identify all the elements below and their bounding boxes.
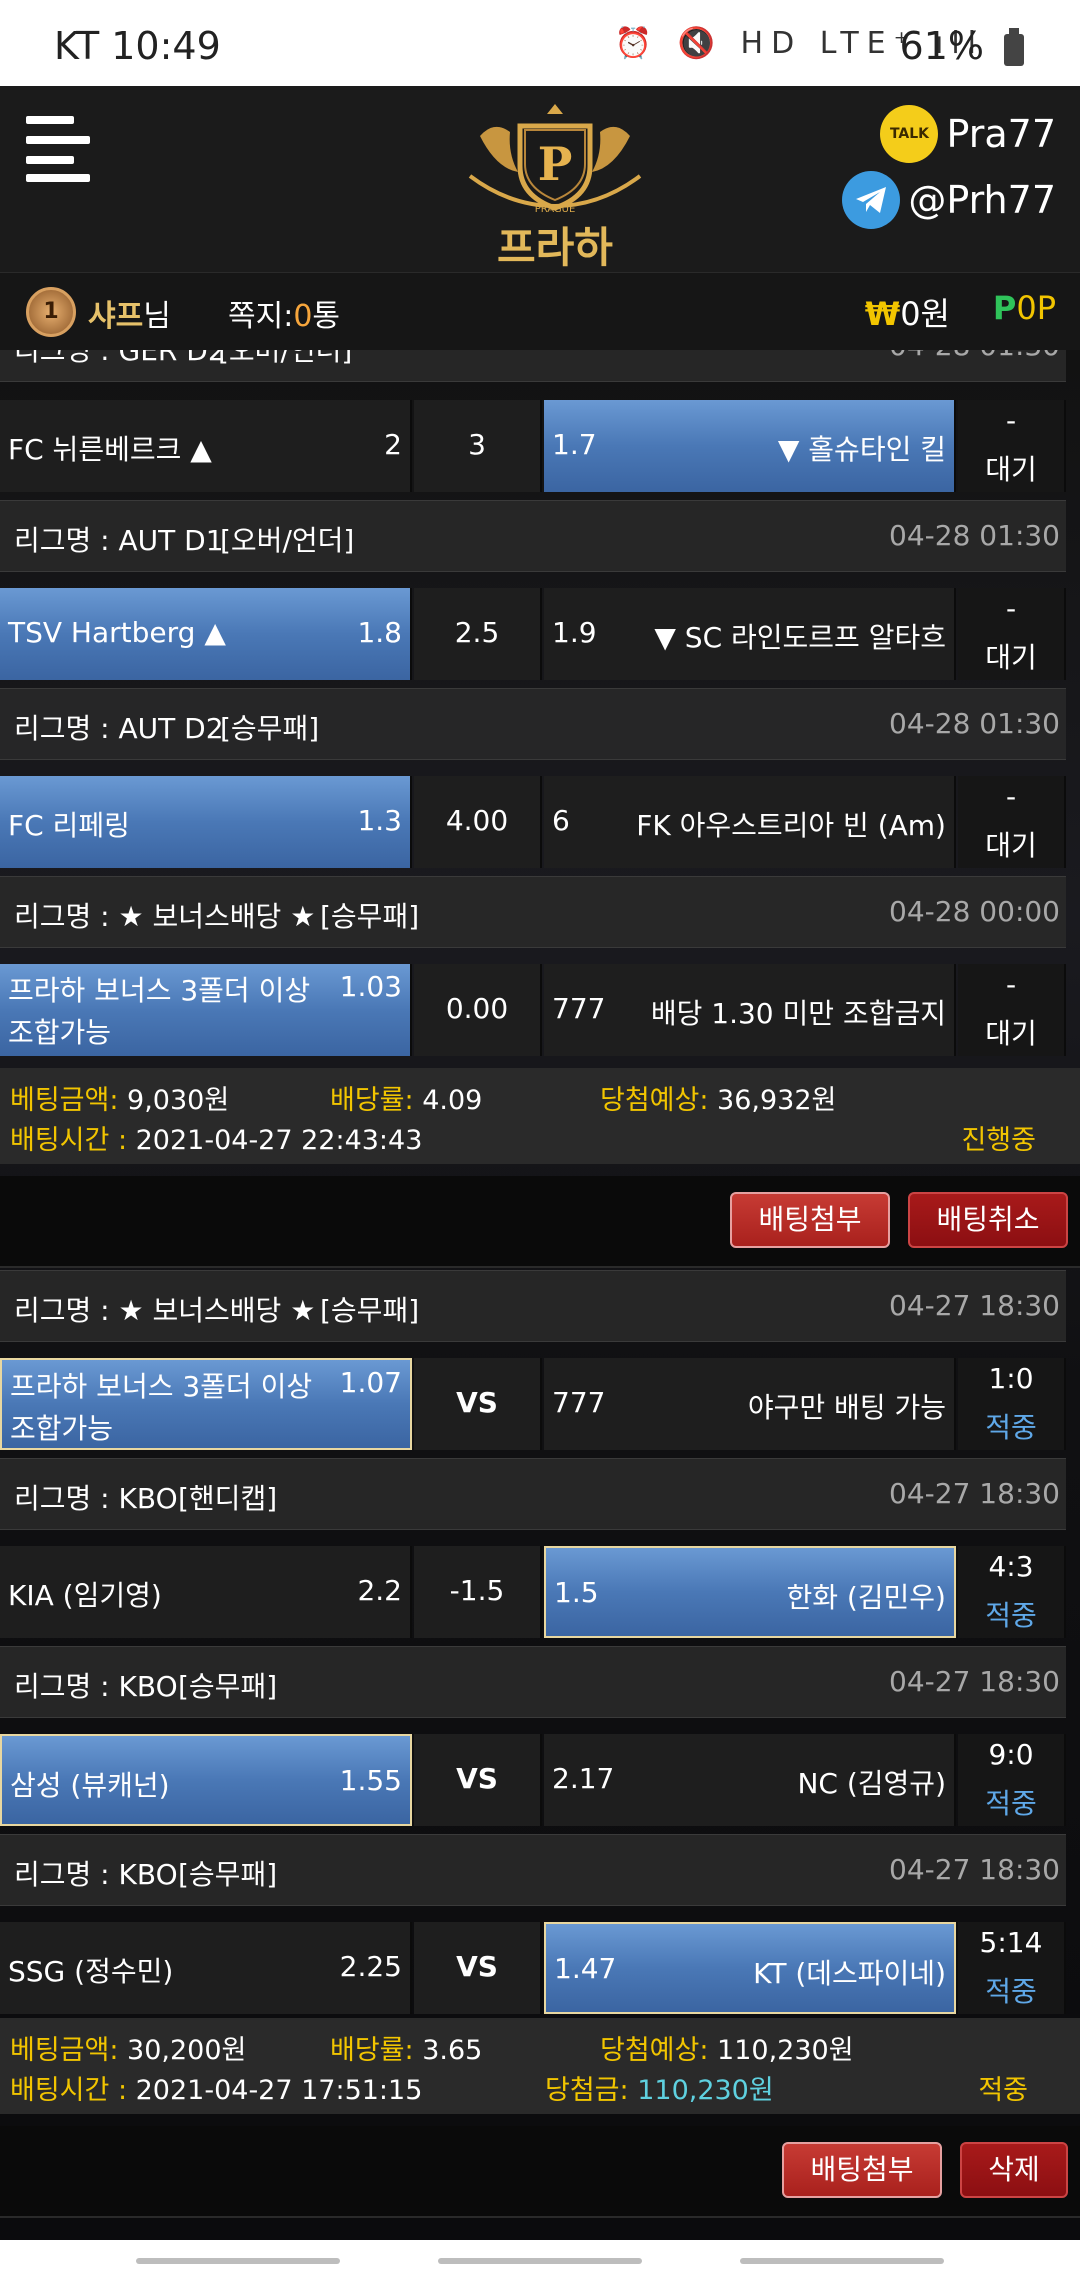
status-time: KT 10:49: [54, 24, 221, 68]
vs-label: VS: [414, 1358, 542, 1450]
bet-actions: 배팅첨부 배팅취소: [0, 1176, 1080, 1268]
vs-label: VS: [414, 1922, 542, 2014]
league-header: 리그명 : AUT D1 [오버/언더] 04-28 01:30: [0, 500, 1066, 572]
home-pick[interactable]: FC 뉘른베르크 ▲ 2: [0, 400, 412, 492]
kakao-contact[interactable]: TALK Pra77: [880, 104, 1056, 164]
attach-bet-button[interactable]: 배팅첨부: [782, 2142, 942, 2198]
home-pick[interactable]: TSV Hartberg ▲ 1.8: [0, 588, 412, 680]
away-pick[interactable]: 2.17 NC (김영규): [544, 1734, 956, 1826]
draw-line[interactable]: 3: [414, 400, 542, 492]
nav-home-handle[interactable]: [438, 2258, 642, 2264]
result-cell: 5:14 적중: [958, 1922, 1066, 2014]
bet-summary: 베팅금액: 9,030원 배당률: 4.09 당첨예상: 36,932원 배팅시…: [0, 1068, 1080, 1164]
bet-status: 적중: [978, 2075, 1028, 2106]
draw-pick[interactable]: 4.00: [414, 776, 542, 868]
user-bar: 1 샤프님 쪽지:0통 ₩0원 P0P: [0, 272, 1080, 350]
match-row: 프라하 보너스 3폴더 이상 조합가능 1.07 VS 777 야구만 배팅 가…: [0, 1358, 1066, 1450]
battery-icon: [1004, 28, 1024, 66]
handicap-line: -1.5: [414, 1546, 542, 1638]
match-row: SSG (정수민) 2.25 VS 1.47 KT (데스파이네) 5:14 적…: [0, 1922, 1066, 2014]
match-row: FC 리페링 1.3 4.00 6 FK 아우스트리아 빈 (Am) - 대기: [0, 776, 1066, 868]
telegram-id: @Prh77: [908, 178, 1056, 222]
logo-text: 프라하: [497, 223, 613, 272]
username[interactable]: 샤프님: [88, 291, 171, 335]
rank-badge-icon: 1: [26, 287, 76, 337]
bet-summary: 베팅금액: 30,200원 배당률: 3.65 당첨예상: 110,230원 배…: [0, 2018, 1080, 2114]
nav-back-handle[interactable]: [740, 2258, 944, 2264]
kakao-id: Pra77: [946, 112, 1056, 156]
result-cell: - 대기: [958, 400, 1066, 492]
delete-bet-button[interactable]: 삭제: [960, 2142, 1068, 2198]
match-row: 삼성 (뷰캐넌) 1.55 VS 2.17 NC (김영규) 9:0 적중: [0, 1734, 1066, 1826]
balance[interactable]: ₩0원: [865, 289, 950, 335]
away-pick[interactable]: 1.5 한화 (김민우): [544, 1546, 956, 1638]
away-pick[interactable]: 6 FK 아우스트리아 빈 (Am): [544, 776, 956, 868]
away-pick[interactable]: 1.7 ▼ 홀슈타인 킬: [544, 400, 956, 492]
bet-actions: 배팅첨부 삭제: [0, 2126, 1080, 2218]
away-pick[interactable]: 1.9 ▼ SC 라인도르프 알타흐: [544, 588, 956, 680]
won-icon: ₩: [864, 295, 901, 333]
result-cell: 1:0 적중: [958, 1358, 1066, 1450]
away-pick[interactable]: 777 야구만 배팅 가능: [544, 1358, 956, 1450]
league-header: 리그명 : ★ 보너스배당 ★ [승무패] 04-27 18:30: [0, 1270, 1066, 1342]
away-pick[interactable]: 777 배당 1.30 미만 조합금지: [544, 964, 956, 1056]
bet-status: 진행중: [961, 1125, 1036, 1156]
result-cell: - 대기: [958, 964, 1066, 1056]
match-row: FC 뉘른베르크 ▲ 2 3 1.7 ▼ 홀슈타인 킬 - 대기: [0, 400, 1066, 492]
vs-label: VS: [414, 1734, 542, 1826]
system-nav-bar: [0, 2240, 1080, 2280]
home-pick[interactable]: FC 리페링 1.3: [0, 776, 412, 868]
svg-text:P: P: [538, 137, 573, 191]
result-cell: - 대기: [958, 776, 1066, 868]
league-header: 리그명 : KBO [승무패] 04-27 18:30: [0, 1834, 1066, 1906]
league-header: 리그명 : KBO [승무패] 04-27 18:30: [0, 1646, 1066, 1718]
bet-history: 리그명 : GER D2 [오버/언더] 04-28 01:30 FC 뉘른베르…: [0, 350, 1080, 2240]
league-header: 리그명 : GER D2 [오버/언더] 04-28 01:30: [0, 350, 1066, 382]
result-cell: - 대기: [958, 588, 1066, 680]
cancel-bet-button[interactable]: 배팅취소: [908, 1192, 1068, 1248]
home-pick[interactable]: 프라하 보너스 3폴더 이상 조합가능 1.07: [0, 1358, 412, 1450]
draw-line[interactable]: 2.5: [414, 588, 542, 680]
home-pick[interactable]: KIA (임기영) 2.2: [0, 1546, 412, 1638]
home-pick[interactable]: 삼성 (뷰캐넌) 1.55: [0, 1734, 412, 1826]
menu-icon[interactable]: [26, 116, 94, 182]
away-pick[interactable]: 1.47 KT (데스파이네): [544, 1922, 956, 2014]
result-cell: 9:0 적중: [958, 1734, 1066, 1826]
league-header: 리그명 : KBO [핸디캡] 04-27 18:30: [0, 1458, 1066, 1530]
attach-bet-button[interactable]: 배팅첨부: [730, 1192, 890, 1248]
site-logo[interactable]: P PRAGUE 프라하: [460, 96, 650, 272]
nav-recent-handle[interactable]: [136, 2258, 340, 2264]
telegram-icon: [842, 171, 901, 229]
points[interactable]: P0P: [993, 289, 1056, 327]
match-row: 프라하 보너스 3폴더 이상 조합가능 1.03 0.00 777 배당 1.3…: [0, 964, 1066, 1056]
message-count[interactable]: 쪽지:0통: [228, 291, 340, 335]
points-icon: P: [992, 289, 1017, 327]
telegram-contact[interactable]: @Prh77: [842, 170, 1056, 230]
league-header: 리그명 : AUT D2 [승무패] 04-28 01:30: [0, 688, 1066, 760]
home-pick[interactable]: SSG (정수민) 2.25: [0, 1922, 412, 2014]
league-header: 리그명 : ★ 보너스배당 ★ [승무패] 04-28 00:00: [0, 876, 1066, 948]
draw-pick[interactable]: 0.00: [414, 964, 542, 1056]
match-row: KIA (임기영) 2.2 -1.5 1.5 한화 (김민우) 4:3 적중: [0, 1546, 1066, 1638]
kakaotalk-icon: TALK: [880, 105, 939, 163]
result-cell: 4:3 적중: [958, 1546, 1066, 1638]
home-pick[interactable]: 프라하 보너스 3폴더 이상 조합가능 1.03: [0, 964, 412, 1056]
status-bar: KT 10:49 ⏰ 🔇 HD LTE⁺ ıll 61%: [0, 0, 1080, 86]
crest-icon: P PRAGUE: [468, 104, 642, 215]
battery-percent: 61%: [899, 24, 984, 68]
match-row: TSV Hartberg ▲ 1.8 2.5 1.9 ▼ SC 라인도르프 알타…: [0, 588, 1066, 680]
app-header: P PRAGUE 프라하 TALK Pra77 @Prh77: [0, 86, 1080, 272]
